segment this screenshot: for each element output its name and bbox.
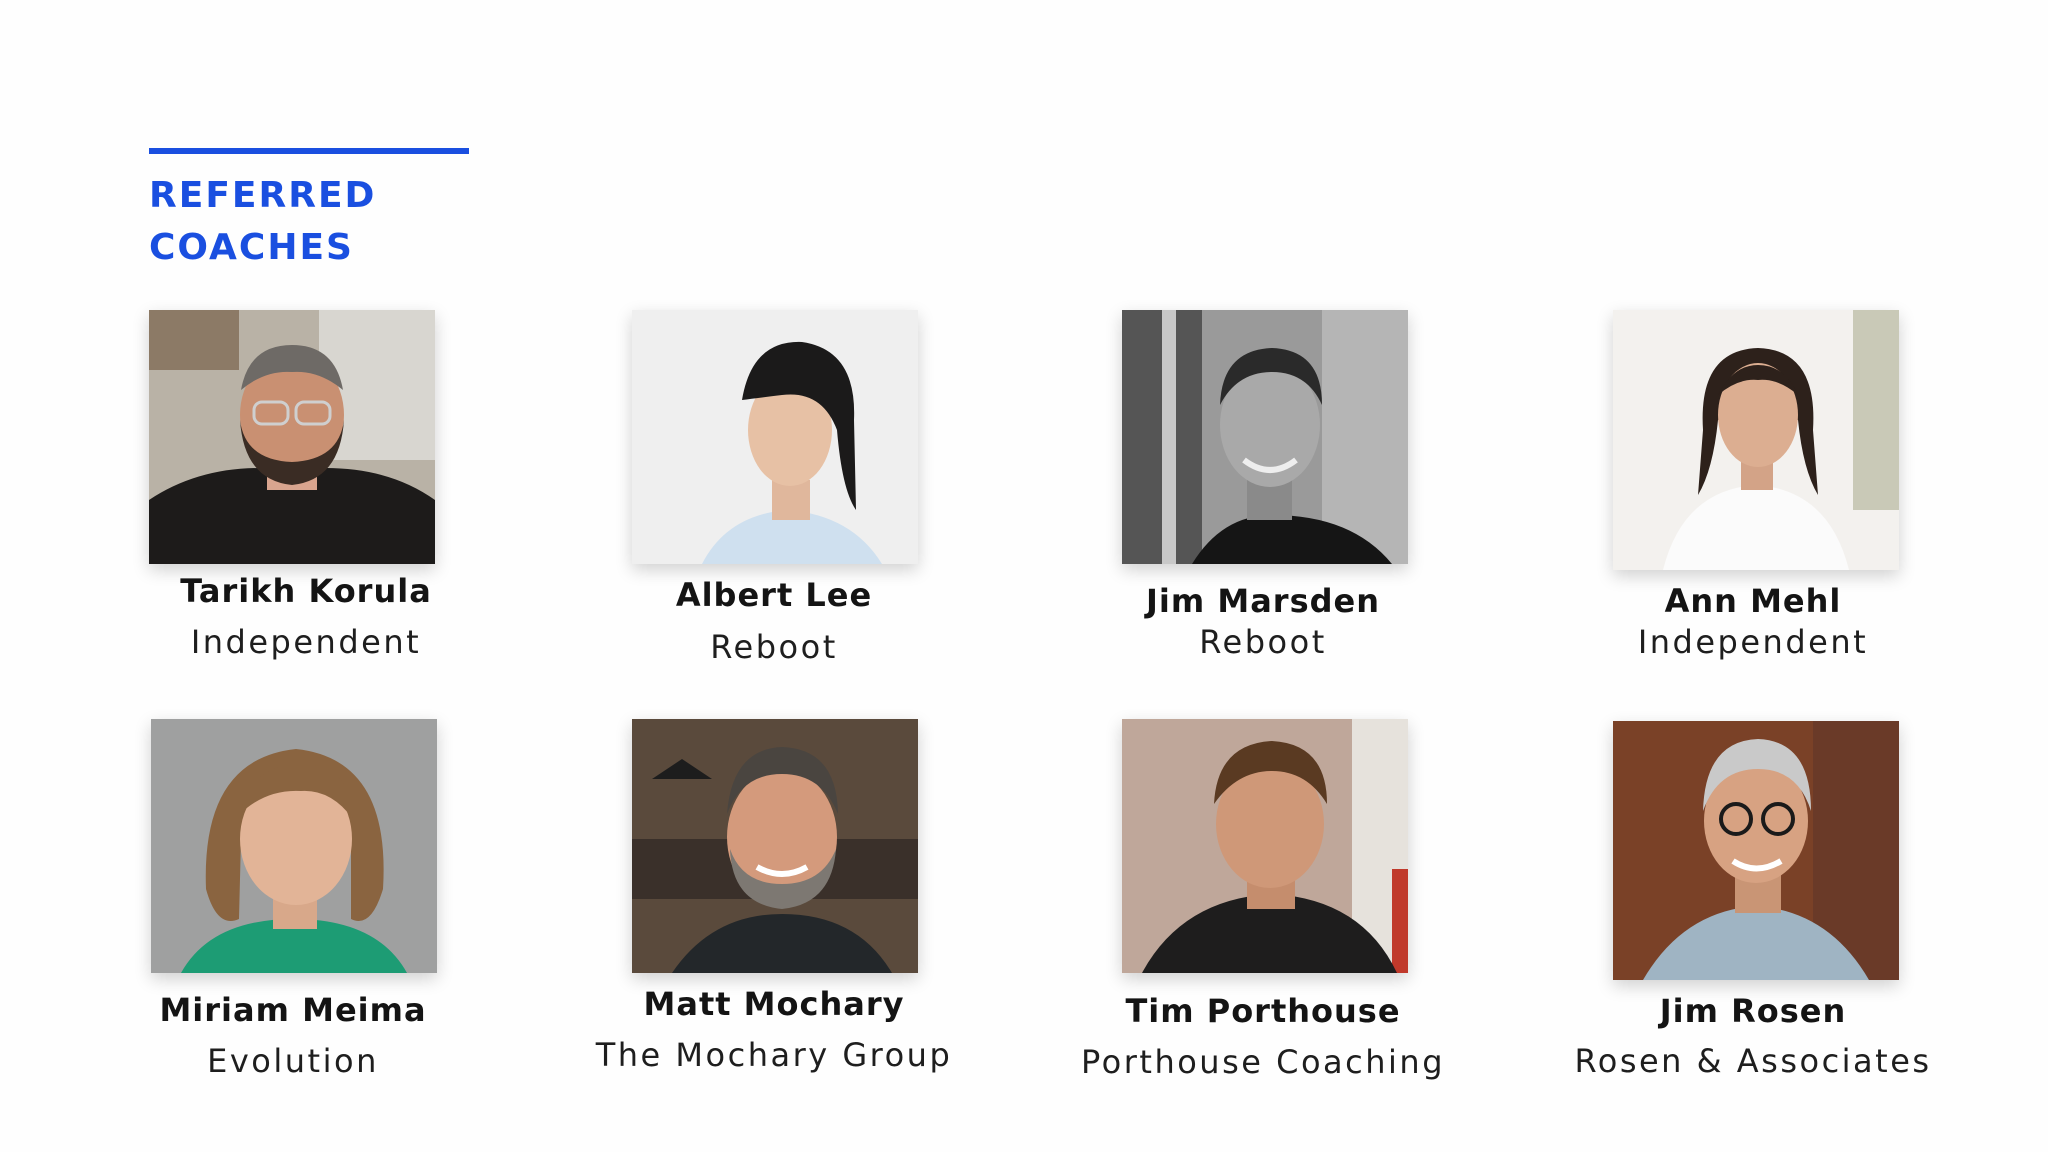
- coach-photo: [151, 719, 437, 973]
- coach-photo: [1613, 721, 1899, 980]
- portrait-photo-icon: [149, 310, 435, 564]
- coach-name: Tarikh Korula: [180, 572, 432, 610]
- coach-organization: Rosen & Associates: [1574, 1042, 1932, 1080]
- coach-name: Jim Rosen: [1659, 992, 1847, 1030]
- coach-card-ann-mehl: Ann Mehl Independent: [1513, 310, 1993, 690]
- portrait-photo-icon: [632, 310, 918, 564]
- coach-name: Jim Marsden: [1145, 582, 1380, 620]
- coach-photo: [632, 310, 918, 564]
- portrait-photo-icon: [1122, 310, 1408, 564]
- portrait-photo-icon: [151, 719, 437, 973]
- coach-photo: [149, 310, 435, 564]
- portrait-photo-icon: [632, 719, 918, 973]
- coach-card-tim-porthouse: Tim Porthouse Porthouse Coaching: [1023, 719, 1503, 1099]
- coach-card-jim-rosen: Jim Rosen Rosen & Associates: [1513, 719, 1993, 1099]
- page-title-line-1: REFERRED: [149, 175, 377, 216]
- coach-photo: [1122, 719, 1408, 973]
- coach-organization: Porthouse Coaching: [1081, 1043, 1445, 1081]
- coach-organization: Reboot: [1199, 623, 1327, 661]
- coach-name: Tim Porthouse: [1125, 992, 1401, 1030]
- portrait-photo-icon: [1122, 719, 1408, 973]
- coach-photo: [1613, 310, 1899, 570]
- coach-organization: Reboot: [710, 628, 838, 666]
- page-title-line-2: COACHES: [149, 227, 354, 268]
- coach-organization: The Mochary Group: [595, 1036, 953, 1074]
- coach-card-miriam-meima: Miriam Meima Evolution: [53, 719, 533, 1099]
- coach-organization: Independent: [190, 623, 422, 661]
- page-title: REFERRED COACHES: [149, 170, 509, 274]
- heading-accent-bar: [149, 148, 469, 154]
- coach-card-albert-lee: Albert Lee Reboot: [534, 310, 1014, 690]
- coach-name: Matt Mochary: [643, 985, 905, 1023]
- coach-organization: Independent: [1637, 623, 1869, 661]
- coach-card-matt-mochary: Matt Mochary The Mochary Group: [534, 719, 1014, 1099]
- coach-name: Albert Lee: [675, 576, 873, 614]
- coach-card-tarikh-korula: Tarikh Korula Independent: [66, 310, 546, 690]
- coach-organization: Evolution: [207, 1042, 379, 1080]
- coach-photo: [632, 719, 918, 973]
- coach-photo: [1122, 310, 1408, 564]
- portrait-photo-icon: [1613, 721, 1899, 980]
- portrait-photo-icon: [1613, 310, 1899, 570]
- coach-card-jim-marsden: Jim Marsden Reboot: [1023, 310, 1503, 690]
- coach-name: Miriam Meima: [159, 991, 427, 1029]
- coach-name: Ann Mehl: [1664, 582, 1842, 620]
